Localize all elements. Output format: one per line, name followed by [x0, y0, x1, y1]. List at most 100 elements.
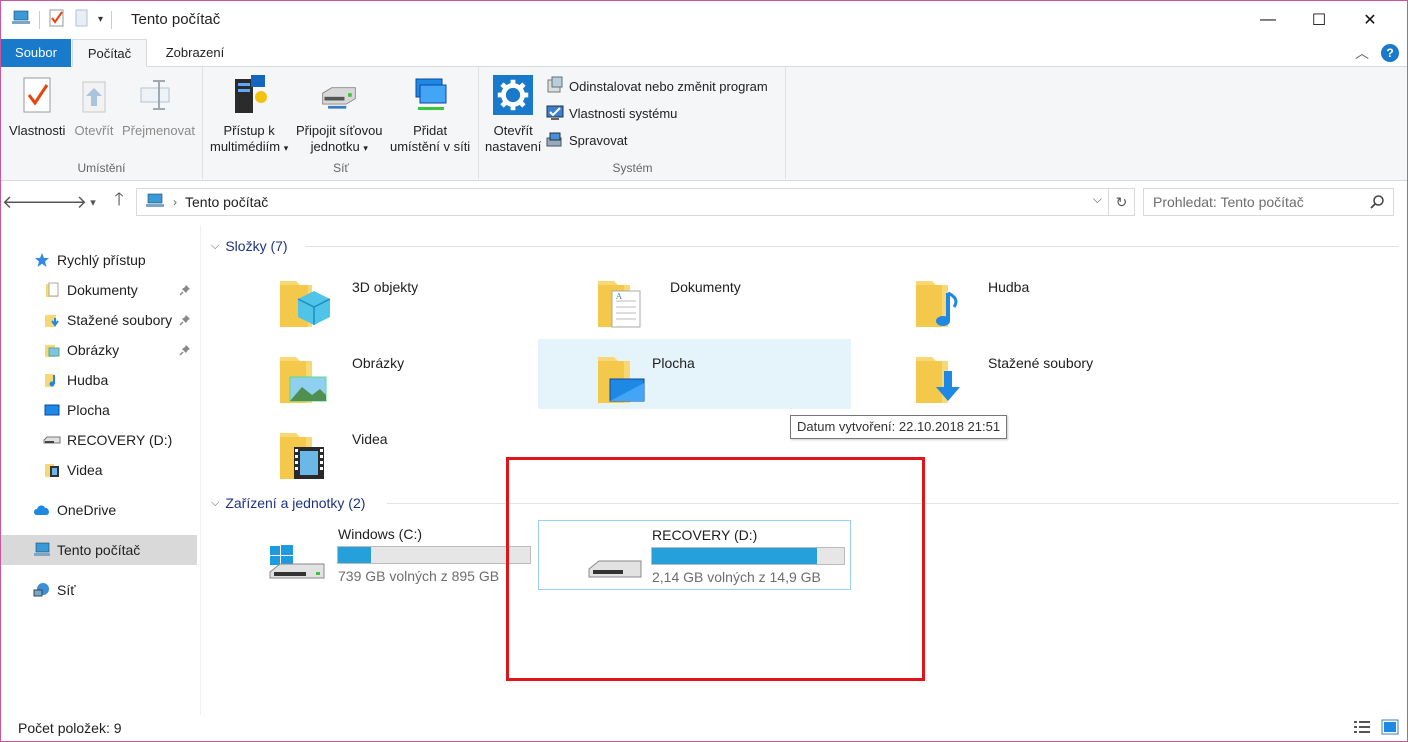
address-dropdown-icon[interactable]: ⌵ [1093, 192, 1102, 207]
open-label: Otevřít [74, 123, 114, 138]
explorer-window: ▾ Tento počítač — ☐ ✕ Soubor Počítač Zob… [0, 0, 1408, 742]
folder-tile-pictures[interactable]: Obrázky [256, 339, 569, 409]
folder-tile-music[interactable]: Hudba [892, 263, 1205, 333]
rename-icon [138, 73, 178, 117]
folders-group-title: Složky (7) [225, 238, 288, 254]
collapse-chevron-icon[interactable]: ⌵ [211, 240, 219, 253]
rename-label: Přejmenovat [122, 123, 195, 138]
folder-tile-desktop[interactable]: Plocha [538, 339, 851, 409]
collapse-chevron-icon[interactable]: ⌵ [211, 497, 219, 510]
ribbon-group-system: Otevřít nastavení Odinstalovat nebo změn… [480, 67, 786, 179]
sidebar-item-label: RECOVERY (D:) [67, 432, 173, 448]
drive-icon [43, 431, 61, 449]
search-input[interactable]: Prohledat: Tento počítač [1143, 188, 1394, 216]
manage-label: Spravovat [569, 132, 628, 148]
properties-button[interactable]: Vlastnosti [9, 73, 65, 139]
system-properties-icon [546, 103, 564, 124]
address-bar[interactable]: › Tento počítač ⌵ [136, 188, 1109, 216]
qat-dropdown-icon[interactable]: ▾ [98, 14, 103, 25]
settings-gear-icon [493, 73, 534, 117]
3d-objects-folder-icon [276, 271, 332, 329]
status-bar: Počet položek: 9 [1, 715, 1407, 741]
refresh-button[interactable]: ↻ [1109, 188, 1135, 216]
properties-label: Vlastnosti [9, 123, 66, 138]
sidebar-item-label: Dokumenty [67, 282, 138, 298]
sidebar-item-label: Síť [57, 582, 76, 598]
tab-file[interactable]: Soubor [1, 39, 71, 67]
add-location-label-2: umístění v síti [390, 139, 471, 154]
documents-icon [43, 281, 61, 299]
folder-tile-downloads[interactable]: Stažené soubory [892, 339, 1205, 409]
close-button[interactable]: ✕ [1347, 1, 1393, 39]
documents-folder-icon: A [594, 271, 650, 329]
media-access-label-1: Přístup k [223, 123, 275, 138]
folders-group-header[interactable]: ⌵ Složky (7) [211, 235, 288, 257]
uninstall-label: Odinstalovat nebo změnit program [569, 78, 768, 94]
media-access-button[interactable]: Přístup k multimédiím ▾ [210, 73, 288, 156]
ribbon-tabs: Soubor Počítač Zobrazení ︿ ? [1, 39, 1407, 67]
sidebar-item-documents[interactable]: Dokumenty [1, 275, 197, 305]
folder-tile-3d-objects[interactable]: 3D objekty [256, 263, 569, 333]
open-button[interactable]: Otevřít [74, 73, 114, 139]
help-icon[interactable]: ? [1381, 44, 1399, 62]
rename-button[interactable]: Přejmenovat [122, 73, 195, 139]
folder-tile-documents[interactable]: A Dokumenty [574, 263, 887, 333]
uninstall-program-button[interactable]: Odinstalovat nebo změnit program [546, 75, 768, 97]
sidebar-item-music[interactable]: Hudba [1, 365, 197, 395]
minimize-button[interactable]: — [1245, 1, 1291, 39]
forward-button[interactable]: 🡒 [39, 189, 87, 215]
sidebar-item-quick-access[interactable]: Rychlý přístup [1, 245, 197, 275]
add-network-location-button[interactable]: Přidat umístění v síti [390, 73, 470, 155]
pin-icon[interactable] [179, 313, 191, 329]
manage-button[interactable]: Spravovat [546, 129, 628, 151]
sidebar-item-label: Stažené soubory [67, 312, 173, 328]
qat-separator [111, 10, 113, 29]
open-settings-button[interactable]: Otevřít nastavení [485, 73, 541, 155]
sidebar-item-videos[interactable]: Videa [1, 455, 197, 485]
sidebar-item-downloads[interactable]: Stažené soubory [1, 305, 197, 335]
details-view-icon[interactable] [1353, 719, 1371, 738]
ribbon: Vlastnosti Otevřít Přejmenovat Umístění [1, 67, 1407, 181]
open-settings-label-1: Otevřít [493, 123, 533, 138]
breadcrumb-this-pc[interactable]: Tento počítač [185, 194, 268, 210]
highlight-annotation-box [506, 457, 925, 681]
network-drive-icon [319, 73, 359, 117]
new-folder-qat-icon[interactable] [74, 9, 90, 30]
title-bar: ▾ Tento počítač — ☐ ✕ [1, 1, 1407, 39]
tab-view[interactable]: Zobrazení [151, 39, 239, 67]
this-pc-title-icon [11, 9, 31, 30]
folder-label: Stažené soubory [988, 355, 1094, 371]
pictures-icon [43, 341, 61, 359]
up-button[interactable]: 🡑 [107, 189, 131, 215]
folder-label: Plocha [652, 355, 695, 371]
collapse-ribbon-icon[interactable]: ︿ [1355, 43, 1369, 63]
sidebar-item-recovery-drive[interactable]: RECOVERY (D:) [1, 425, 197, 455]
sidebar-item-network[interactable]: Síť [1, 575, 197, 605]
pin-icon[interactable] [179, 343, 191, 359]
recent-locations-dropdown[interactable]: ▾ [83, 189, 103, 215]
network-icon [33, 581, 51, 599]
map-network-drive-button[interactable]: Připojit síťovou jednotku ▾ [296, 73, 383, 156]
back-button[interactable]: 🡐 [2, 189, 50, 215]
maximize-button[interactable]: ☐ [1296, 1, 1342, 39]
sidebar-item-pictures[interactable]: Obrázky [1, 335, 197, 365]
drives-group-header[interactable]: ⌵ Zařízení a jednotky (2) [211, 492, 365, 514]
sidebar-item-this-pc[interactable]: Tento počítač [1, 535, 197, 565]
search-icon[interactable] [1369, 194, 1385, 213]
desktop-icon [43, 401, 61, 419]
system-properties-button[interactable]: Vlastnosti systému [546, 102, 677, 124]
open-arrow-icon [74, 73, 114, 117]
item-count: Počet položek: 9 [18, 720, 122, 736]
sidebar-item-onedrive[interactable]: OneDrive [1, 495, 197, 525]
navigation-bar: 🡐 🡒 ▾ 🡑 › Tento počítač ⌵ ↻ Prohledat: T… [1, 187, 1407, 217]
svg-text:A: A [615, 292, 622, 301]
star-icon [33, 251, 51, 269]
properties-qat-icon[interactable] [48, 9, 66, 30]
sidebar-item-desktop[interactable]: Plocha [1, 395, 197, 425]
folder-label: Dokumenty [670, 279, 741, 295]
tab-computer[interactable]: Počítač [72, 39, 147, 67]
navigation-pane: Rychlý přístup Dokumenty Stažené soubory… [1, 225, 201, 715]
pin-icon[interactable] [179, 283, 191, 299]
drives-group-title: Zařízení a jednotky (2) [225, 495, 366, 511]
large-icons-view-icon[interactable] [1381, 719, 1399, 738]
